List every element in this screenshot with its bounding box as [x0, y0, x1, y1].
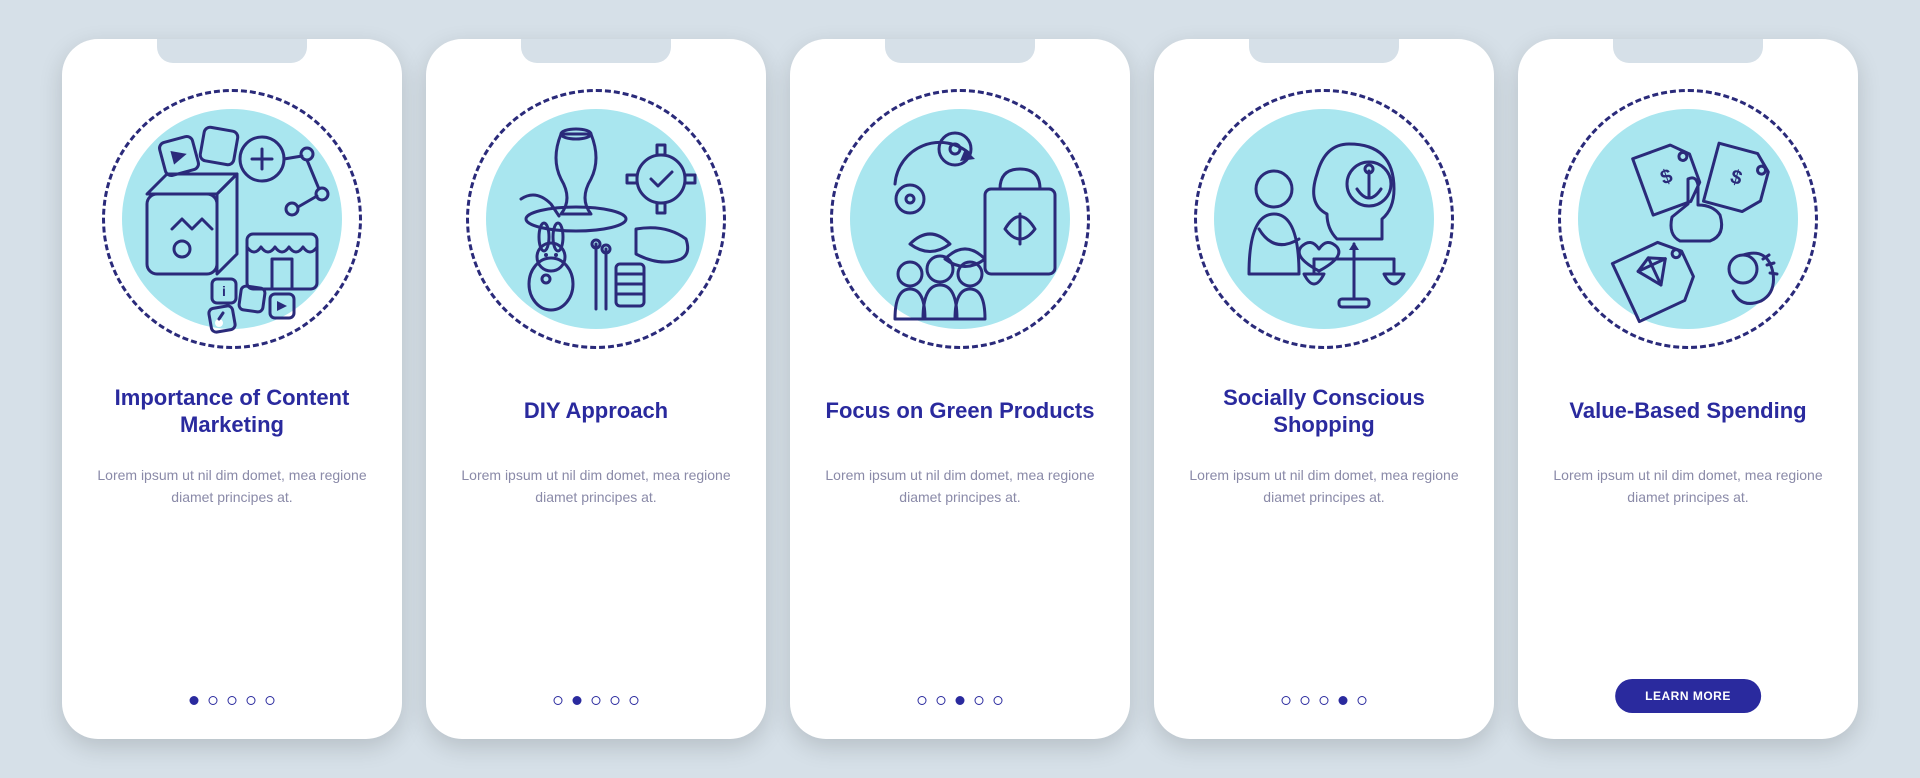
dot-1[interactable] [554, 696, 563, 705]
screen-title: Focus on Green Products [820, 381, 1101, 441]
onboarding-screen-2: DIY Approach Lorem ipsum ut nil dim dome… [426, 39, 766, 739]
pagination-dots [1282, 696, 1367, 705]
onboarding-screen-3: Focus on Green Products Lorem ipsum ut n… [790, 39, 1130, 739]
phone-notch [885, 39, 1035, 63]
dot-4[interactable] [247, 696, 256, 705]
content-marketing-icon: i [112, 99, 352, 339]
dot-3[interactable] [228, 696, 237, 705]
pagination-dots [918, 696, 1003, 705]
dot-1[interactable] [190, 696, 199, 705]
screen-body: Lorem ipsum ut nil dim domet, mea region… [814, 465, 1106, 508]
illustration-wrap [830, 89, 1090, 349]
value-based-spending-icon: $ $ [1568, 99, 1808, 339]
illustration-wrap: $ $ [1558, 89, 1818, 349]
screen-title: Value-Based Spending [1563, 381, 1812, 441]
dot-5[interactable] [1358, 696, 1367, 705]
dot-3[interactable] [1320, 696, 1329, 705]
screen-title: Importance of Content Marketing [86, 381, 378, 441]
socially-conscious-icon [1204, 99, 1444, 339]
dot-2[interactable] [209, 696, 218, 705]
onboarding-screen-5: $ $ Value-Based Spending Lorem ip [1518, 39, 1858, 739]
screen-body: Lorem ipsum ut nil dim domet, mea region… [86, 465, 378, 508]
dot-3[interactable] [956, 696, 965, 705]
onboarding-screen-4: Socially Conscious Shopping Lorem ipsum … [1154, 39, 1494, 739]
screen-title: DIY Approach [518, 381, 674, 441]
green-products-icon [840, 99, 1080, 339]
screen-body: Lorem ipsum ut nil dim domet, mea region… [450, 465, 742, 508]
dot-4[interactable] [611, 696, 620, 705]
dot-1[interactable] [1282, 696, 1291, 705]
illustration-wrap [1194, 89, 1454, 349]
dot-4[interactable] [975, 696, 984, 705]
phone-notch [1249, 39, 1399, 63]
diy-approach-icon [476, 99, 716, 339]
svg-text:$: $ [1728, 166, 1744, 190]
phone-notch [1613, 39, 1763, 63]
dot-1[interactable] [918, 696, 927, 705]
phone-notch [157, 39, 307, 63]
svg-text:i: i [222, 283, 226, 299]
dot-2[interactable] [1301, 696, 1310, 705]
illustration-wrap: i [102, 89, 362, 349]
dot-5[interactable] [630, 696, 639, 705]
pagination-dots [554, 696, 639, 705]
screen-title: Socially Conscious Shopping [1178, 381, 1470, 441]
phone-notch [521, 39, 671, 63]
svg-text:$: $ [1658, 165, 1676, 189]
learn-more-button[interactable]: LEARN MORE [1615, 679, 1761, 713]
onboarding-screen-1: i Importance of Content Marketing Lorem … [62, 39, 402, 739]
screen-body: Lorem ipsum ut nil dim domet, mea region… [1178, 465, 1470, 508]
dot-5[interactable] [266, 696, 275, 705]
dot-4[interactable] [1339, 696, 1348, 705]
dot-2[interactable] [937, 696, 946, 705]
dot-3[interactable] [592, 696, 601, 705]
dot-2[interactable] [573, 696, 582, 705]
illustration-wrap [466, 89, 726, 349]
pagination-dots [190, 696, 275, 705]
dot-5[interactable] [994, 696, 1003, 705]
screen-body: Lorem ipsum ut nil dim domet, mea region… [1542, 465, 1834, 508]
